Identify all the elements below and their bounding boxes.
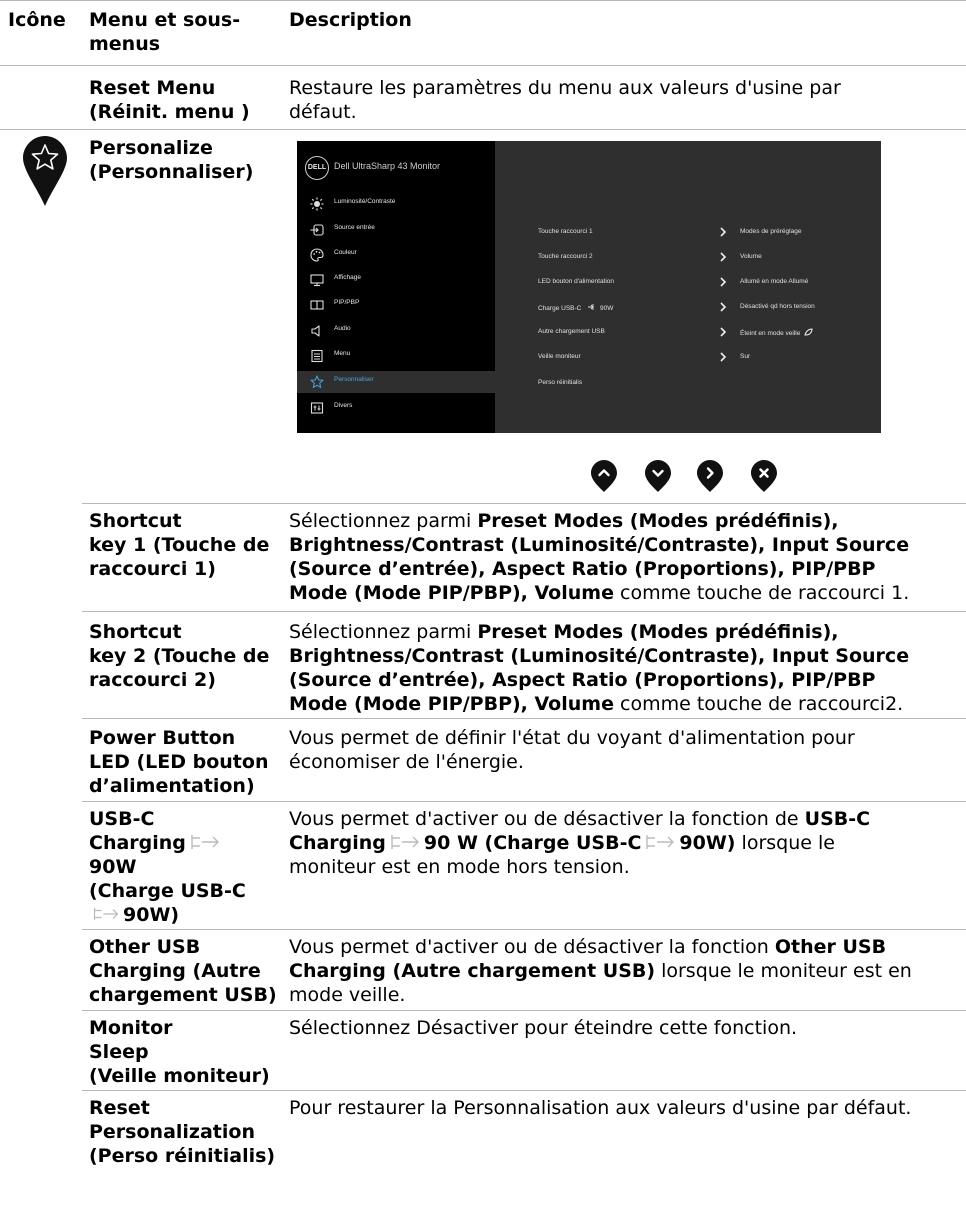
power-button-led-name: Power Button LED (LED bouton d’alimentat… [89,727,269,797]
osd-value-monitor-sleep: Sur [740,353,751,360]
osd-value-power-led: Allumé en mode Allumé [740,278,809,285]
osd-item-label: Audio [334,325,351,332]
osd-setting-monitor-sleep: Veille moniteur [538,353,581,360]
osd-menu-screenshot: DELL Dell UltraSharp 43 Monitor Luminosi… [297,141,881,433]
personalize-star-icon [23,136,67,206]
power-plug-icon [646,835,675,849]
chevron-right-icon [720,327,727,337]
osd-setting-other-usb: Autre chargement USB [538,328,605,335]
row-divider [82,503,966,504]
star-icon [310,375,324,388]
row-divider [82,801,966,802]
chevron-right-icon [720,352,727,362]
osd-item-others: Divers [297,397,495,419]
osd-item-display: Affichage [297,269,495,291]
osd-item-pip-pbp: PIP/PBP [297,294,495,316]
monitor-sleep-name: Monitor Sleep (Veille moniteur) [89,1017,270,1087]
osd-item-label: Source entrée [334,224,375,231]
sleep-leaf-icon [804,328,813,336]
osd-value-shortcut1: Modes de préréglage [740,228,802,235]
osd-item-color: Couleur [297,244,495,266]
usbc-charging-name: USB-C Charging 90W (Charge USB-C 90W) [89,808,246,926]
osd-setting-power-led: LED bouton d'alimentation [538,278,615,285]
osd-item-label: Affichage [334,274,361,281]
color-palette-icon [310,248,324,262]
up-button-icon [591,460,617,492]
row-divider [0,129,966,130]
right-button-icon [697,460,723,492]
osd-setting-reset-perso: Perso réinitialis [538,379,583,386]
personalize-name: Personalize (Personnaliser) [89,137,254,183]
chevron-right-icon [720,252,727,262]
osd-item-label: Divers [334,402,353,409]
pip-pbp-icon [310,300,324,310]
power-plug-icon [391,835,419,849]
other-usb-charging-description: Vous permet d'activer ou de désactiver l… [289,936,912,1006]
monitor-sleep-description: Sélectionnez Désactiver pour éteindre ce… [289,1017,798,1039]
osd-setting-shortcut2: Touche raccourci 2 [538,253,593,260]
osd-item-label: PIP/PBP [334,299,360,306]
reset-personalization-name: Reset Personalization (Perso réinitialis… [89,1097,276,1167]
reset-personalization-description: Pour restaurer la Personnalisation aux v… [289,1097,912,1119]
row-divider [82,718,966,719]
osd-item-brightness: Luminosité/Contraste [297,193,495,215]
menu-list-icon [311,349,323,363]
osd-item-audio: Audio [297,320,495,342]
others-icon [310,402,324,414]
chevron-right-icon [720,277,727,287]
osd-item-label: Couleur [334,249,357,256]
shortcut-key-1-name: Shortcut key 1 (Touche de raccourci 1) [89,510,270,580]
input-source-icon [310,224,324,236]
row-divider [82,611,966,612]
osd-setting-usbc: Charge USB-C 90W [538,304,614,312]
row-divider [82,929,966,930]
exit-button-icon [751,460,777,492]
osd-value-other-usb: Éteint en mode veille [740,328,813,337]
down-button-icon [645,460,671,492]
power-plug-icon [93,907,119,921]
shortcut-key-1-description: Sélectionnez parmi Preset Modes (Modes p… [289,510,910,604]
osd-item-label: Menu [334,350,351,357]
reset-menu-description: Restaure les paramètres du menu aux vale… [289,77,841,123]
other-usb-charging-name: Other USB Charging (Autre chargement USB… [89,936,277,1006]
osd-item-personalize-selected: Personnaliser [297,371,495,393]
row-divider [82,1090,966,1091]
osd-item-label: Personnaliser [334,376,374,383]
usbc-charging-description: Vous permet d'activer ou de désactiver l… [289,808,871,878]
brightness-icon [310,197,324,211]
osd-title: Dell UltraSharp 43 Monitor [334,161,441,171]
osd-setting-shortcut1: Touche raccourci 1 [538,228,593,235]
dell-logo: DELL [305,156,329,180]
osd-value-shortcut2: Volume [740,253,762,260]
reset-menu-name: Reset Menu (Réinit. menu ) [89,77,250,123]
shortcut-key-2-name: Shortcut key 2 (Touche de raccourci 2) [89,621,270,691]
speaker-icon [311,325,320,337]
top-rule [0,0,966,1]
osd-value-usbc: Désactivé qd hors tension [740,303,815,310]
osd-item-label: Luminosité/Contraste [334,198,396,205]
display-icon [310,274,324,287]
row-divider [82,1010,966,1011]
power-plug-icon [191,835,219,849]
osd-item-menu: Menu [297,345,495,367]
row-divider [0,65,966,66]
header-icon-column: Icône [8,9,66,31]
chevron-right-icon [720,227,727,237]
power-button-led-description: Vous permet de définir l'état du voyant … [289,727,855,773]
osd-item-input-source: Source entrée [297,219,495,241]
power-plug-icon [588,304,594,310]
header-menu-column: Menu et sous- menus [89,9,241,55]
chevron-right-icon [720,302,727,312]
shortcut-key-2-description: Sélectionnez parmi Preset Modes (Modes p… [289,621,910,715]
header-description-column: Description [289,9,412,31]
